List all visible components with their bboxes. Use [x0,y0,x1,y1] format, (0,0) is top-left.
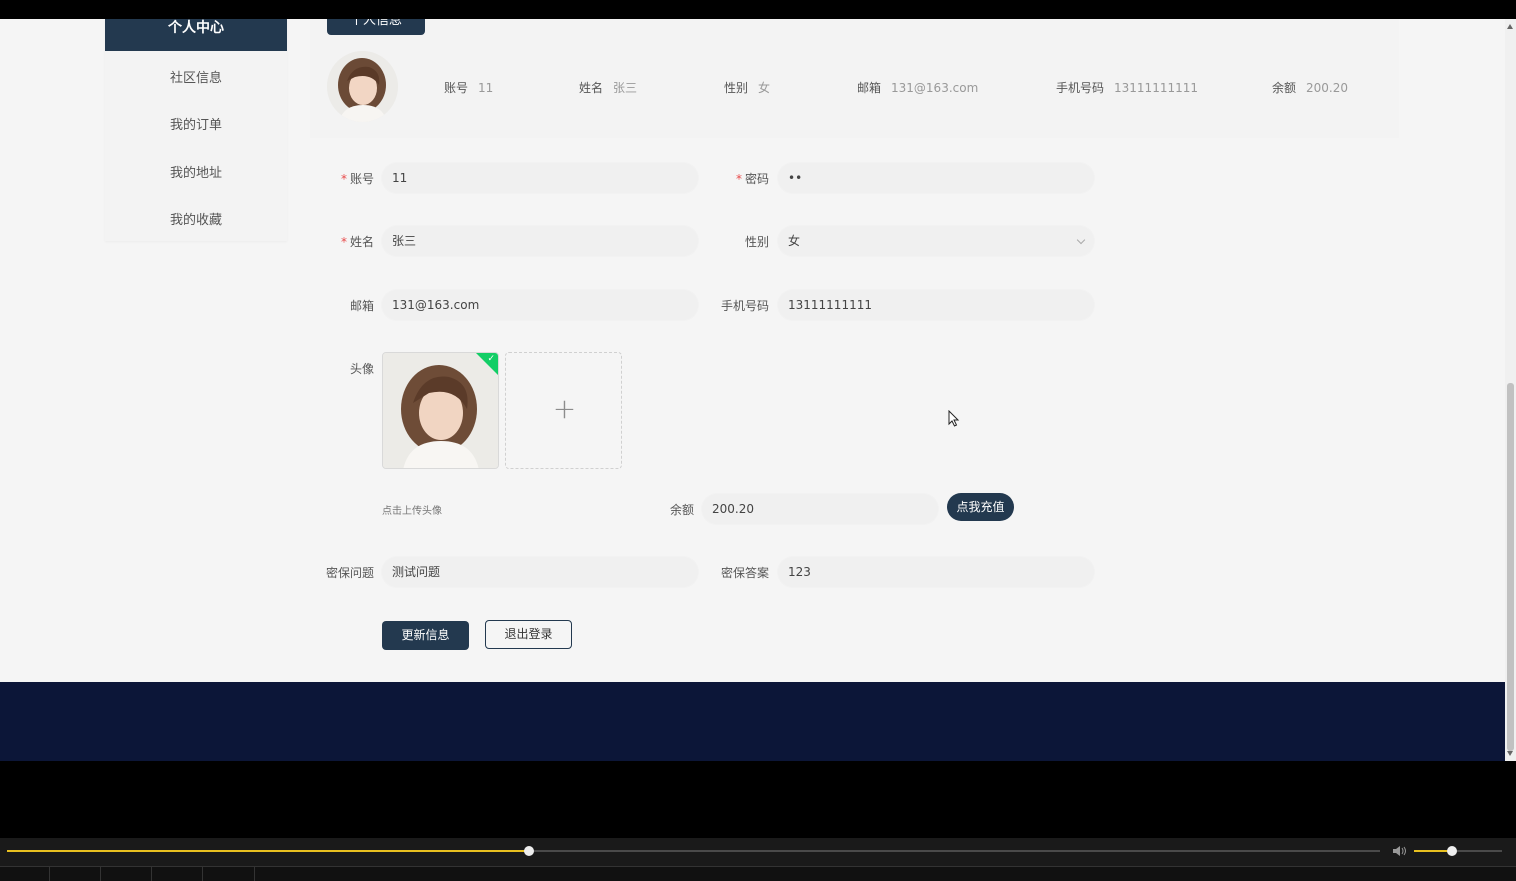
summary-email: 邮箱 131@163.com [857,81,979,95]
sidebar-item-favorites[interactable]: 我的收藏 [105,209,287,228]
uploaded-avatar-image[interactable]: ✓ [382,352,499,469]
volume-handle[interactable] [1447,846,1457,856]
video-player-controls [0,838,1516,881]
seek-bar-progress [7,850,529,852]
toolbar-divider [49,867,50,881]
summary-name: 姓名 张三 [579,81,638,95]
scrollbar-thumb[interactable] [1507,383,1514,751]
logout-button[interactable]: 退出登录 [485,620,572,649]
update-info-button[interactable]: 更新信息 [382,621,469,650]
scroll-up-icon[interactable] [1507,24,1513,29]
toolbar-divider [100,867,101,881]
name-label: * 姓名 [340,235,374,249]
toolbar-divider [202,867,203,881]
scroll-down-icon[interactable] [1507,751,1513,756]
toolbar-divider [151,867,152,881]
avatar [327,51,398,122]
upload-tip: 点击上传头像 [382,506,442,517]
check-icon: ✓ [487,354,495,364]
email-label: 邮箱 [349,299,374,313]
mouse-cursor-icon [948,410,960,427]
avatar-label: 头像 [349,362,374,376]
volume-slider[interactable] [1414,850,1502,852]
footer [0,682,1505,761]
chevron-down-icon [1076,235,1086,245]
player-toolbar [0,866,1516,881]
account-field[interactable]: 11 [382,163,698,193]
seek-bar[interactable] [7,850,1380,852]
summary-gender: 性别女 [724,81,771,95]
gender-label: 性别 [744,235,769,249]
security-question-field[interactable]: 测试问题 [382,557,698,587]
sidebar-item-orders[interactable]: 我的订单 [105,114,287,133]
email-field[interactable]: 131@163.com [382,290,698,320]
tab-personal-info[interactable]: 个人信息 [327,19,425,35]
sidebar-item-addresses[interactable]: 我的地址 [105,162,287,181]
name-field[interactable]: 张三 [382,226,698,256]
sidebar-item-personal-center[interactable]: 个人中心 [105,19,287,51]
password-label: * 密码 [735,172,769,186]
password-field[interactable]: •• [778,163,1094,193]
security-answer-label: 密保答案 [720,566,769,580]
summary-account: 账号 11 [444,81,494,95]
toolbar-divider [254,867,255,881]
avatar-upload-button[interactable]: + [505,352,622,469]
sidebar-item-community[interactable]: 社区信息 [105,67,287,86]
recharge-button[interactable]: 点我充值 [947,493,1014,521]
seek-handle[interactable] [524,846,534,856]
gender-selected-value: 女 [788,234,801,248]
page-viewport: 个人中心 社区信息 我的订单 我的地址 我的收藏 个人信息 账号 11 姓名 张三 … [0,19,1505,761]
phone-label: 手机号码 [720,299,769,313]
gender-select[interactable]: 女 [778,226,1094,256]
security-answer-field[interactable]: 123 [778,557,1094,587]
volume-icon[interactable] [1392,844,1408,858]
sidebar: 个人中心 社区信息 我的订单 我的地址 我的收藏 [105,19,287,241]
plus-icon: + [552,392,577,425]
phone-field[interactable]: 13111111111 [778,290,1094,320]
balance-field[interactable]: 200.20 [702,494,938,524]
account-label: * 账号 [340,172,374,186]
summary-phone: 手机号码 13111111111 [1056,81,1198,95]
security-question-label: 密保问题 [325,566,374,580]
summary-balance: 余额 200.20 [1272,81,1349,95]
vertical-scrollbar[interactable] [1505,19,1516,761]
balance-label: 余额 [669,503,694,517]
